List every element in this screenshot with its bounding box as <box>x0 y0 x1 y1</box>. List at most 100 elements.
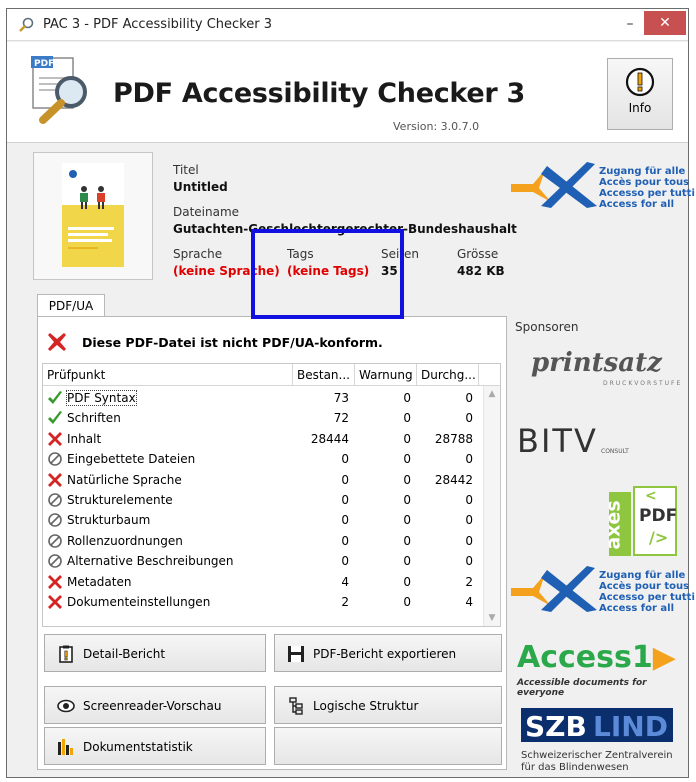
durchgefallen-value: 2 <box>465 574 473 589</box>
szblind-logo: SZB LIND <box>521 708 673 743</box>
table-row[interactable]: Strukturbaum 0 0 0 <box>43 510 483 530</box>
zugang-text: Zugang für alle Accès pour tous Accesso … <box>599 166 695 210</box>
access1-logo: Access1▶ <box>517 640 676 675</box>
thumbnail-logo-icon <box>69 170 77 178</box>
title-bar: PAC 3 - PDF Accessibility Checker 3 – ✕ <box>7 9 688 41</box>
fail-x-icon <box>47 574 63 590</box>
dokumentstatistik-label: Dokumentstatistik <box>83 740 193 754</box>
app-name: PDF Accessibility Checker 3 <box>113 78 525 109</box>
table-row[interactable]: Natürliche Sprache 0 0 28442 <box>43 470 483 490</box>
checkpoint-name: Alternative Beschreibungen <box>67 554 234 569</box>
scroll-up-icon[interactable]: ▲ <box>484 386 500 402</box>
sprache-label: Sprache <box>173 247 223 261</box>
logische-struktur-button[interactable]: Logische Struktur <box>274 686 502 724</box>
warnung-value: 0 <box>403 574 411 589</box>
app-window: PAC 3 - PDF Accessibility Checker 3 – ✕ … <box>6 8 695 778</box>
warnung-value: 0 <box>403 411 411 426</box>
floppy-disk-icon <box>288 646 304 662</box>
sponsoren-label: Sponsoren <box>515 320 579 334</box>
not-applicable-icon <box>47 492 63 508</box>
checkpoint-name: Strukturelemente <box>67 493 173 507</box>
warnung-value: 0 <box>403 431 411 446</box>
scroll-down-icon[interactable]: ▼ <box>484 610 500 626</box>
checkpoint-name: Metadaten <box>67 574 132 589</box>
durchgefallen-value: 0 <box>465 493 473 507</box>
table-row[interactable]: Inhalt 28444 0 28788 <box>43 429 483 449</box>
table-row[interactable]: Rollenzuordnungen 0 0 0 <box>43 531 483 551</box>
bestanden-value: 0 <box>341 493 349 507</box>
window-title: PAC 3 - PDF Accessibility Checker 3 <box>43 17 272 32</box>
table-scrollbar[interactable]: ▲ ▼ <box>483 386 500 626</box>
pdf-ua-panel: Diese PDF-Datei ist nicht PDF/UA-konform… <box>37 316 507 770</box>
fail-x-icon <box>47 472 63 488</box>
durchgefallen-value: 0 <box>465 391 473 405</box>
tags-highlight-box <box>251 229 404 319</box>
warnung-value: 0 <box>403 533 411 548</box>
checkpoint-name: Inhalt <box>67 431 102 446</box>
not-applicable-icon <box>47 533 63 549</box>
eye-icon <box>57 699 75 713</box>
durchgefallen-value: 0 <box>465 554 473 569</box>
dateiname-label: Dateiname <box>173 205 240 219</box>
durchgefallen-value: 0 <box>465 452 473 467</box>
dokumentstatistik-button[interactable]: Dokumentstatistik <box>44 727 266 765</box>
groesse-value: 482 KB <box>457 264 505 278</box>
not-applicable-icon <box>47 451 63 467</box>
pac-app-icon <box>19 17 34 32</box>
checkpoint-name: Schriften <box>67 411 121 426</box>
printsatz-sub: DRUCKVORSTUFE <box>603 380 683 387</box>
checkpoint-name: Rollenzuordnungen <box>67 533 183 548</box>
bestanden-value: 73 <box>333 391 349 405</box>
durchgefallen-value: 0 <box>465 533 473 548</box>
result-message: Diese PDF-Datei ist nicht PDF/UA-konform… <box>82 335 383 350</box>
checkpoint-name: Eingebettete Dateien <box>67 452 196 467</box>
table-row[interactable]: Schriften 72 0 0 <box>43 408 483 428</box>
app-header: PDF PDF Accessibility Checker 3 Version:… <box>7 42 688 143</box>
not-applicable-icon <box>47 553 63 569</box>
table-row[interactable]: Strukturelemente 0 0 0 <box>43 490 483 510</box>
fail-x-icon <box>47 594 63 610</box>
table-row[interactable]: Alternative Beschreibungen 0 0 0 <box>43 551 483 571</box>
table-row[interactable]: Dokumenteinstellungen 2 0 4 <box>43 592 483 612</box>
col-durchgefallen[interactable]: Durchg... <box>417 364 479 386</box>
pdf-bericht-exportieren-button[interactable]: PDF-Bericht exportieren <box>274 634 502 672</box>
bestanden-value: 72 <box>333 411 349 426</box>
bestanden-value: 0 <box>341 554 349 569</box>
checkpoint-name: Strukturbaum <box>67 513 151 528</box>
bestanden-value: 0 <box>341 472 349 487</box>
checkpoint-name: Dokumenteinstellungen <box>67 595 211 609</box>
col-pruefpunkt[interactable]: Prüfpunkt <box>43 364 293 386</box>
screenreader-vorschau-button[interactable]: Screenreader-Vorschau <box>44 686 266 724</box>
table-row[interactable]: Metadaten 4 0 2 <box>43 572 483 592</box>
bitv-sub: CONSULT <box>601 448 629 455</box>
document-thumbnail <box>33 152 153 280</box>
groesse-label: Grösse <box>457 247 499 261</box>
detail-bericht-button[interactable]: Detail-Bericht <box>44 634 266 672</box>
fail-x-icon <box>47 431 63 447</box>
table-row[interactable]: PDF Syntax 73 0 0 <box>43 388 483 408</box>
table-header: Prüfpunkt Bestan... Warnung Durchg... <box>43 364 500 386</box>
thumbnail-figures-icon <box>80 186 105 209</box>
bestanden-value: 0 <box>341 533 349 548</box>
version-label: Version: 3.0.7.0 <box>393 120 480 133</box>
zugang-fuer-alle-logo-icon <box>511 162 597 208</box>
pac-logo-icon: PDF <box>31 56 87 124</box>
sponsor-sidebar: Zugang für alle Accès pour tous Accesso … <box>511 152 695 782</box>
tab-pdf-ua[interactable]: PDF/UA <box>37 294 105 317</box>
clipboard-report-icon <box>59 645 73 663</box>
not-applicable-icon <box>47 512 63 528</box>
empty-button[interactable] <box>274 727 502 765</box>
pass-check-icon <box>47 390 63 406</box>
minimize-button[interactable]: – <box>618 13 642 35</box>
table-row[interactable]: Eingebettete Dateien 0 0 0 <box>43 449 483 469</box>
close-button[interactable]: ✕ <box>644 11 686 35</box>
info-button[interactable]: Info <box>607 58 673 130</box>
durchgefallen-value: 28788 <box>434 431 473 446</box>
axes-pdf-logo: axes < PDF /> <box>603 486 679 560</box>
printsatz-logo: printsatz <box>531 348 662 378</box>
bestanden-value: 0 <box>341 513 349 528</box>
logische-struktur-label: Logische Struktur <box>313 699 419 713</box>
col-warnung[interactable]: Warnung <box>355 364 417 386</box>
col-bestanden[interactable]: Bestan... <box>293 364 355 386</box>
szblind-sub: Schweizerischer Zentralverein für das Bl… <box>521 750 673 773</box>
